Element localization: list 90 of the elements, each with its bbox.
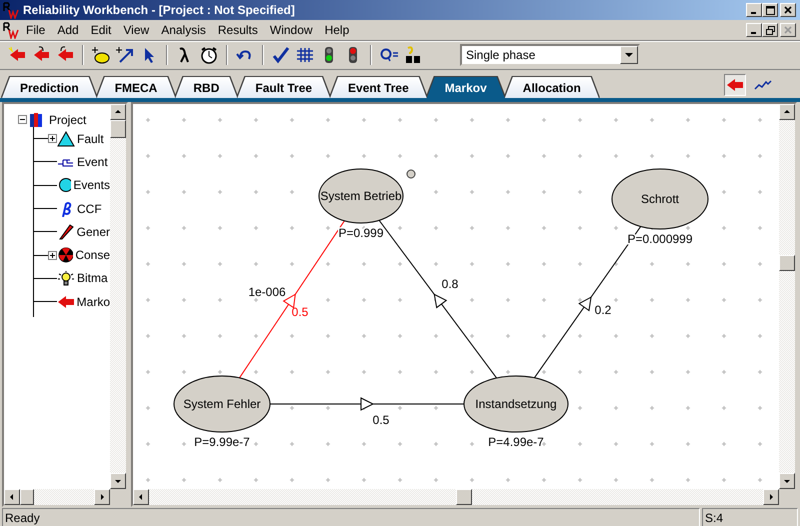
tab[interactable]: RBD <box>175 77 238 98</box>
transition-arrow[interactable] <box>270 397 464 411</box>
tab[interactable]: FMECA <box>96 77 176 98</box>
close-button[interactable] <box>780 3 796 17</box>
cursor-position: S:4 <box>705 510 724 524</box>
scroll-thumb[interactable] <box>20 489 34 505</box>
menu-item[interactable]: File <box>20 23 52 37</box>
expand-icon[interactable] <box>48 134 57 144</box>
minimize-button[interactable] <box>746 3 762 17</box>
tab[interactable]: Event Tree <box>330 77 427 98</box>
horizontal-scrollbar[interactable] <box>4 489 110 505</box>
tree-item[interactable]: Gener <box>76 224 110 239</box>
phase-dropdown[interactable]: Single phase <box>460 44 640 66</box>
tree-item[interactable]: Events <box>73 178 110 192</box>
close-button[interactable] <box>780 23 796 37</box>
horizontal-scrollbar[interactable] <box>133 489 779 505</box>
menu-item[interactable]: Edit <box>84 23 118 37</box>
tree-item[interactable]: CCF <box>77 202 102 216</box>
scroll-down-button[interactable] <box>110 473 126 489</box>
menu-item[interactable]: Analysis <box>155 23 212 37</box>
maximize-icon <box>766 6 774 14</box>
scroll-right-button[interactable] <box>763 489 779 505</box>
rate-label: 0.2 <box>594 303 612 317</box>
tab[interactable]: Prediction <box>2 77 97 98</box>
scroll-right-button[interactable] <box>94 489 110 505</box>
slash-icon <box>57 224 75 240</box>
probability-label: P=4.99e-7 <box>488 435 544 449</box>
rate-label: 0.5 <box>292 305 308 319</box>
check-button[interactable] <box>270 44 292 66</box>
probability-label: P=0.999 <box>338 226 384 240</box>
tab[interactable]: Allocation <box>504 77 599 98</box>
triangle-icon <box>57 130 75 147</box>
tree-item[interactable]: Event <box>77 154 108 169</box>
vertical-scrollbar[interactable] <box>779 104 795 489</box>
app-logo-icon <box>2 21 20 39</box>
tab[interactable]: Fault Tree <box>237 77 330 98</box>
arrow-icon <box>57 294 75 310</box>
stopwatch-icon <box>199 46 219 64</box>
arrow-icon <box>726 77 744 93</box>
menu-item[interactable]: Results <box>212 23 264 37</box>
rate-label: 0.8 <box>442 277 458 291</box>
scroll-left-button[interactable] <box>4 489 20 505</box>
add-state-icon <box>91 46 111 64</box>
tree-item[interactable]: Marko <box>76 294 110 309</box>
menu-item[interactable]: Add <box>51 23 85 37</box>
tab[interactable]: Markov <box>426 77 505 98</box>
tree-item[interactable]: Project <box>49 112 86 126</box>
collapse-icon[interactable] <box>18 115 27 124</box>
scroll-thumb[interactable] <box>779 254 795 271</box>
vertical-scrollbar[interactable] <box>110 104 126 489</box>
add-transition-icon <box>115 46 135 64</box>
status-message: Ready <box>5 510 40 524</box>
app-logo-icon <box>2 1 20 19</box>
quantity-icon <box>379 46 399 64</box>
restore-icon <box>766 26 774 34</box>
add-state-button[interactable] <box>90 44 112 66</box>
state-node[interactable]: Instandsetzung <box>464 376 568 432</box>
grid-icon <box>295 46 315 64</box>
scroll-left-button[interactable] <box>133 489 149 505</box>
restore-button[interactable] <box>762 23 778 37</box>
state-node[interactable]: System Fehler <box>174 376 270 432</box>
new-arrow-icon <box>7 46 27 64</box>
scroll-thumb[interactable] <box>110 120 126 138</box>
tree-item[interactable]: Conse <box>75 248 110 262</box>
rate-label: 1e-006 <box>248 285 286 299</box>
scroll-thumb[interactable] <box>456 489 472 505</box>
state-node[interactable]: Schrott <box>612 168 708 230</box>
connection-point-icon[interactable] <box>406 170 416 178</box>
menu-item[interactable]: View <box>117 23 156 37</box>
tree-item[interactable]: Bitma <box>77 271 108 286</box>
menu-item[interactable]: Window <box>264 23 319 37</box>
menu-item[interactable]: Help <box>318 23 356 37</box>
probability-label: P=9.99e-7 <box>194 435 250 449</box>
radiation-icon <box>57 247 74 264</box>
dropdown-arrow-icon <box>625 52 633 58</box>
tree-item[interactable]: Fault <box>77 132 104 146</box>
binoculars-icon <box>403 46 423 64</box>
close-icon <box>784 26 792 34</box>
diagram-view-button[interactable] <box>724 74 746 96</box>
scroll-up-button[interactable] <box>110 104 126 120</box>
expand-icon[interactable] <box>48 250 57 260</box>
state-node[interactable]: System Betrieb <box>318 168 404 224</box>
maximize-button[interactable] <box>762 3 778 17</box>
window-title: Reliability Workbench - [Project : Not Specified] <box>23 3 296 17</box>
check-icon <box>271 46 291 64</box>
scroll-up-button[interactable] <box>779 104 795 120</box>
minimize-button[interactable] <box>746 23 762 37</box>
scroll-down-button[interactable] <box>779 473 795 489</box>
rate-label: 0.5 <box>372 413 390 427</box>
close-icon <box>784 6 792 14</box>
